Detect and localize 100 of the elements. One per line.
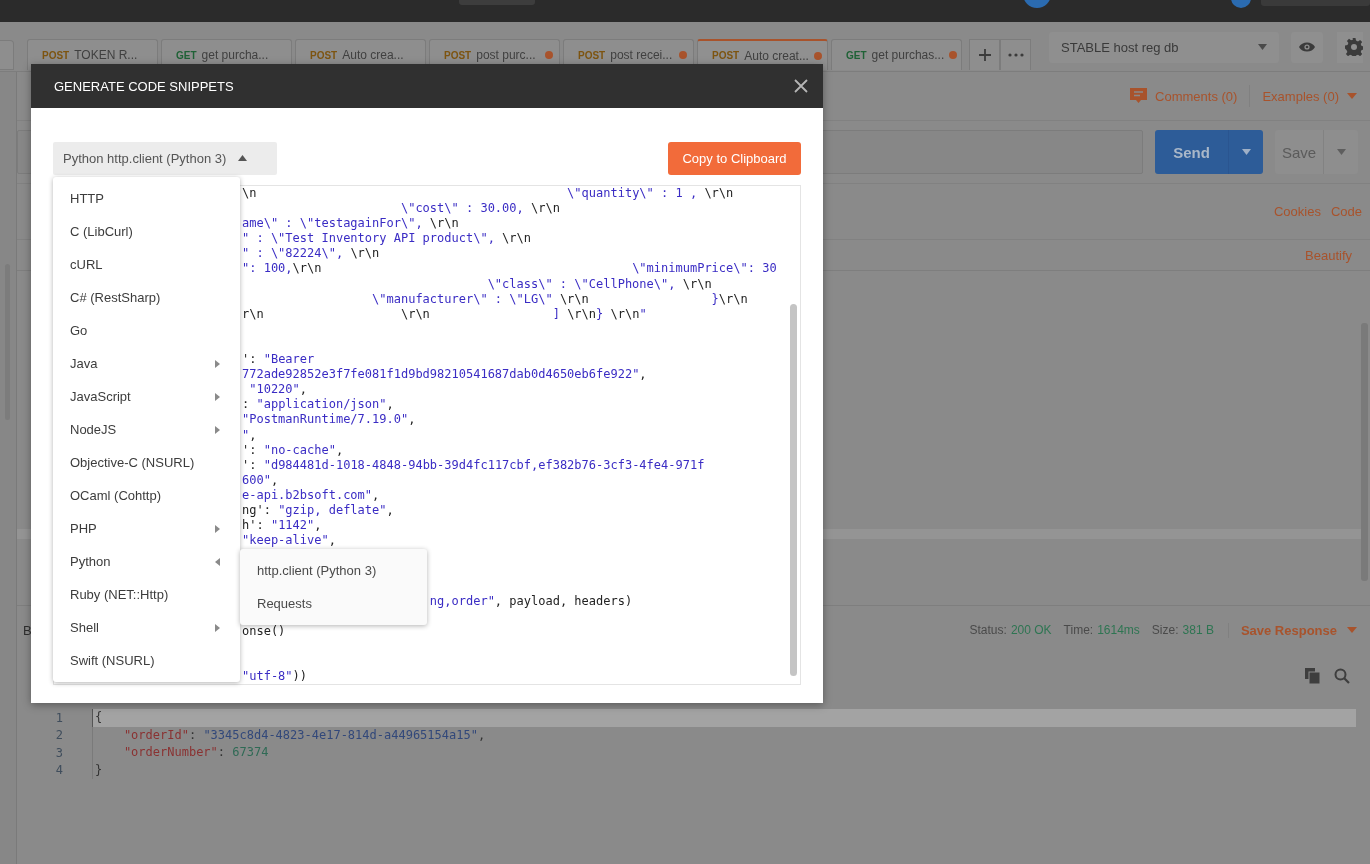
tab-title: get purcha... [201, 48, 270, 62]
menu-item[interactable]: Ruby (NET::Http) [53, 578, 240, 611]
menu-item[interactable]: http.client (Python 3) [240, 554, 427, 587]
arrow-left-icon [215, 557, 220, 566]
arrow-right-icon [215, 392, 220, 401]
caret-icon [1347, 93, 1357, 99]
menu-item[interactable]: Swift (NSURL) [53, 644, 240, 677]
code-line: ", [242, 427, 257, 443]
unsaved-dot [813, 51, 822, 60]
eye-icon [1299, 42, 1315, 52]
menu-item[interactable]: Python [53, 545, 240, 578]
code-line: ng': "gzip, deflate", [242, 502, 394, 519]
code-line: : "application/json", [242, 397, 394, 413]
code-line: \n \"quantity\" : 1 , \r\n [242, 186, 734, 202]
code-line: \"manufacturer\" : \"LG\" \r\n }\r\n [372, 291, 748, 307]
caret-icon [1347, 627, 1357, 633]
code-line: "keep-alive", [242, 533, 336, 549]
code-line: ': "d984481d-1018-4848-94bb-39d4fc117cbf,ef382b76-3cf3-4fe4-971f [242, 457, 705, 473]
menu-item[interactable]: PHP [53, 512, 240, 545]
code-line: r\n \r\n ] \r\n} \r\n" [242, 306, 647, 322]
code-line: " : \"Test Inventory API product\", \r\n [242, 231, 531, 247]
arrow-right-icon [215, 524, 220, 533]
menu-item[interactable]: Go [53, 314, 240, 347]
scrollbar[interactable] [1361, 323, 1368, 581]
tab-title: get purchas... [871, 48, 945, 62]
method-label: POST [444, 49, 472, 61]
method-label: POST [42, 49, 70, 61]
menu-item[interactable]: C# (RestSharp) [53, 281, 240, 314]
line-number: 3 [54, 745, 63, 760]
method-label: GET [846, 49, 867, 61]
code-line: ': "Bearer [242, 352, 315, 368]
menu-item[interactable]: NodeJS [53, 413, 240, 446]
code-line: \"cost\" : 30.00, \r\n [400, 201, 560, 217]
line-number: 1 [54, 710, 63, 725]
menu-item[interactable]: HTTP [53, 182, 240, 215]
code-line: onse() [242, 623, 286, 639]
menu-item[interactable]: cURL [53, 248, 240, 281]
plus-icon [977, 48, 992, 62]
code-line: 600", [242, 472, 279, 488]
code-line: ame\" : \"testagainFor\", \r\n [242, 216, 459, 232]
arrow-right-icon [215, 425, 220, 434]
code-line: 772ade92852e3f7fe081f1d9bd98210541687dab0d4650eb6fe922", [242, 367, 647, 383]
status-value: 200 OK [1010, 623, 1052, 637]
tab-title: post purc... [476, 48, 537, 62]
method-label: GET [176, 49, 197, 61]
copy-icon[interactable] [1305, 668, 1320, 684]
line-number: 2 [54, 728, 63, 743]
unsaved-dot [949, 51, 958, 59]
code-line: "orderNumber": 67374 [92, 744, 1356, 762]
tab-title: Auto crea... [342, 48, 405, 62]
status-label: Time: [1063, 623, 1094, 637]
menu-item[interactable]: Shell [53, 611, 240, 644]
tab-title: Auto creat... [744, 48, 809, 63]
caret-icon [1336, 149, 1346, 155]
code-line: " : \"82224\", \r\n [242, 246, 380, 262]
method-label: POST [712, 50, 740, 61]
code-line: e-api.b2bsoft.com", [242, 487, 380, 503]
method-label: POST [310, 49, 338, 61]
menu-item[interactable]: Objective-C (NSURL) [53, 446, 240, 479]
menu-item[interactable]: C (LibCurl) [53, 215, 240, 248]
tab-title: post recei... [610, 48, 674, 62]
code-line: h': "1142", [242, 518, 322, 534]
caret-icon [1241, 149, 1251, 155]
more-button[interactable] [1000, 39, 1031, 70]
menu-item[interactable]: Java [53, 347, 240, 380]
search-icon[interactable] [1334, 668, 1350, 684]
environment-select[interactable]: STABLE host reg db [1049, 31, 1279, 63]
language-dropdown[interactable]: Python http.client (Python 3) [53, 141, 277, 175]
tab-title: TOKEN R... [74, 48, 139, 62]
new-tab-button[interactable] [969, 39, 1000, 70]
response-tab[interactable]: B [23, 622, 32, 638]
send-button[interactable]: Send [1155, 130, 1263, 174]
settings-icon [1345, 38, 1363, 56]
status-value: 381 B [1182, 623, 1214, 637]
code-line: \"class\" : \"CellPhone\", \r\n [487, 276, 712, 292]
close-icon[interactable] [794, 79, 808, 93]
menu-item[interactable]: OCaml (Cohttp) [53, 479, 240, 512]
status-value: 1614ms [1097, 623, 1140, 637]
code-line: ng,order", payload, headers) [429, 593, 633, 609]
settings-button[interactable] [1337, 31, 1363, 63]
scrollbar[interactable] [790, 304, 797, 676]
code-line: "orderId": "3345c8d4-4823-4e17-814d-a44965154a15", [92, 726, 1356, 744]
status-label: Status: [969, 623, 1007, 637]
more-icon [1007, 53, 1024, 57]
code-line: "utf-8")) [242, 669, 308, 685]
unsaved-dot [545, 51, 553, 59]
dialog-title: GENERATE CODE SNIPPETS [54, 78, 234, 94]
menu-item[interactable]: Requests [240, 587, 427, 620]
code-line: ': "no-cache", [242, 442, 344, 458]
arrow-right-icon [215, 623, 220, 632]
code-line: } [92, 761, 1356, 779]
line-number: 4 [54, 763, 63, 778]
code-line: ": 100,\r\n \"minimumPrice\": 30 [242, 261, 777, 277]
status-label: Size: [1151, 623, 1179, 637]
code-line: "PostmanRuntime/7.19.0", [242, 412, 416, 428]
code-line: "10220", [249, 382, 308, 398]
unsaved-dot [679, 51, 687, 59]
environment-view-button[interactable] [1291, 31, 1323, 63]
caret-icon [1258, 44, 1267, 50]
menu-item[interactable]: JavaScript [53, 380, 240, 413]
